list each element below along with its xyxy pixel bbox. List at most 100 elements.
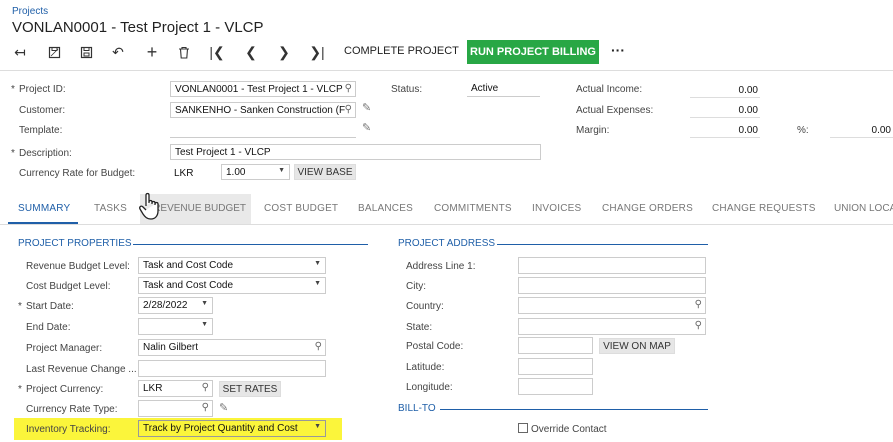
latitude-label: Latitude:: [406, 362, 445, 373]
project-currency-label: * Project Currency:: [18, 384, 104, 395]
start-date-field[interactable]: 2/28/2022 ▼: [138, 297, 213, 314]
view-base-button[interactable]: VIEW BASE: [294, 164, 356, 180]
tab-commitments[interactable]: COMMITMENTS: [434, 203, 512, 214]
set-rates-button[interactable]: SET RATES: [219, 381, 281, 397]
last-record-icon[interactable]: ❯|: [307, 42, 327, 62]
currency-rate-type-field[interactable]: ⚲: [138, 400, 213, 417]
back-icon[interactable]: ↤: [10, 42, 30, 62]
address-line1-field[interactable]: [518, 257, 706, 274]
country-field[interactable]: ⚲: [518, 297, 706, 314]
currency-rate-field[interactable]: 1.00 ▼: [221, 164, 290, 180]
delete-icon[interactable]: [174, 42, 194, 62]
search-icon[interactable]: ⚲: [695, 320, 702, 331]
template-label: Template:: [19, 125, 63, 136]
section-divider: [133, 244, 368, 245]
state-field[interactable]: ⚲: [518, 318, 706, 335]
search-icon[interactable]: ⚲: [695, 299, 702, 310]
currency-rate-type-label: Currency Rate Type:: [26, 404, 118, 415]
chevron-down-icon[interactable]: ▼: [201, 321, 208, 328]
project-properties-header: PROJECT PROPERTIES: [18, 238, 132, 249]
revenue-budget-level-label: Revenue Budget Level:: [26, 261, 130, 272]
cost-budget-level-label: Cost Budget Level:: [26, 281, 111, 292]
currency-rate-budget-label: Currency Rate for Budget:: [19, 168, 136, 179]
project-manager-label: Project Manager:: [26, 343, 103, 354]
tab-summary[interactable]: SUMMARY: [18, 203, 70, 214]
search-icon[interactable]: ⚲: [345, 83, 352, 94]
edit-pencil-icon[interactable]: ✎: [362, 121, 371, 134]
last-revenue-change-label: Last Revenue Change ...: [26, 364, 137, 375]
hand-cursor-icon: [138, 191, 164, 224]
latitude-field[interactable]: [518, 358, 593, 375]
project-manager-field[interactable]: Nalin Gilbert ⚲: [138, 339, 326, 356]
more-menu-icon[interactable]: ···: [611, 42, 625, 58]
section-divider: [497, 244, 708, 245]
toolbar-divider: [0, 70, 893, 71]
project-currency-field[interactable]: LKR ⚲: [138, 380, 213, 397]
view-on-map-button[interactable]: VIEW ON MAP: [599, 338, 675, 354]
customer-field[interactable]: SANKENHO - Sanken Construction (F ⚲: [170, 102, 356, 118]
edit-pencil-icon[interactable]: ✎: [219, 401, 228, 414]
chevron-down-icon[interactable]: ▼: [278, 167, 285, 174]
breadcrumb[interactable]: Projects: [12, 6, 48, 17]
start-date-label: * Start Date:: [18, 301, 74, 312]
edit-pencil-icon[interactable]: ✎: [362, 101, 371, 114]
revenue-budget-level-select[interactable]: Task and Cost Code ▼: [138, 257, 326, 274]
description-label: * Description:: [11, 148, 72, 159]
chevron-down-icon[interactable]: ▼: [314, 260, 321, 267]
project-id-field[interactable]: VONLAN0001 - Test Project 1 - VLCP ⚲: [170, 81, 356, 97]
city-field[interactable]: [518, 277, 706, 294]
search-icon[interactable]: ⚲: [345, 104, 352, 115]
status-field[interactable]: Active: [467, 81, 540, 97]
search-icon[interactable]: ⚲: [315, 341, 322, 352]
tab-union-locals[interactable]: UNION LOCA: [834, 203, 893, 214]
actual-expenses-value: 0.00: [690, 103, 760, 118]
template-field[interactable]: [170, 122, 356, 138]
end-date-label: End Date:: [26, 322, 71, 333]
first-record-icon[interactable]: |❮: [207, 42, 227, 62]
longitude-field[interactable]: [518, 378, 593, 395]
cost-budget-level-select[interactable]: Task and Cost Code ▼: [138, 277, 326, 294]
complete-project-button[interactable]: COMPLETE PROJECT: [344, 45, 459, 57]
inventory-tracking-label: Inventory Tracking:: [26, 424, 111, 435]
tab-cost-budget[interactable]: COST BUDGET: [264, 203, 338, 214]
actual-income-label: Actual Income:: [576, 84, 643, 95]
margin-percent-value: 0.00: [830, 123, 893, 138]
search-icon[interactable]: ⚲: [202, 402, 209, 413]
chevron-down-icon[interactable]: ▼: [201, 300, 208, 307]
project-id-label: * Project ID:: [11, 84, 66, 95]
last-revenue-change-field[interactable]: [138, 360, 326, 377]
state-label: State:: [406, 322, 433, 333]
undo-icon[interactable]: ↶: [108, 42, 128, 62]
country-label: Country:: [406, 301, 444, 312]
search-icon[interactable]: ⚲: [202, 382, 209, 393]
tab-change-requests[interactable]: CHANGE REQUESTS: [712, 203, 816, 214]
actual-income-value: 0.00: [690, 83, 760, 98]
tab-balances[interactable]: BALANCES: [358, 203, 413, 214]
project-address-header: PROJECT ADDRESS: [398, 238, 496, 249]
add-icon[interactable]: +: [142, 42, 162, 62]
tab-change-orders[interactable]: CHANGE ORDERS: [602, 203, 693, 214]
customer-label: Customer:: [19, 105, 66, 116]
status-label: Status:: [391, 84, 423, 95]
margin-percent-label: %:: [797, 125, 809, 136]
page-title: VONLAN0001 - Test Project 1 - VLCP: [12, 19, 264, 36]
checkbox-icon[interactable]: [518, 423, 528, 433]
margin-value: 0.00: [690, 123, 760, 138]
run-project-billing-button[interactable]: RUN PROJECT BILLING: [467, 40, 599, 64]
tab-tasks[interactable]: TASKS: [94, 203, 127, 214]
save-icon[interactable]: [76, 42, 96, 62]
inventory-tracking-select[interactable]: Track by Project Quantity and Cost ▼: [138, 420, 326, 437]
chevron-down-icon[interactable]: ▼: [314, 423, 321, 430]
currency-code: LKR: [174, 168, 194, 179]
tab-invoices[interactable]: INVOICES: [532, 203, 581, 214]
next-record-icon[interactable]: ❯: [274, 42, 294, 62]
city-label: City:: [406, 281, 426, 292]
save-close-icon[interactable]: [44, 42, 64, 62]
previous-record-icon[interactable]: ❮: [241, 42, 261, 62]
end-date-field[interactable]: ▼: [138, 318, 213, 335]
address-line1-label: Address Line 1:: [406, 261, 476, 272]
description-field[interactable]: Test Project 1 - VLCP: [170, 144, 541, 160]
override-contact-checkbox[interactable]: Override Contact: [518, 423, 607, 435]
chevron-down-icon[interactable]: ▼: [314, 280, 321, 287]
postal-code-field[interactable]: [518, 337, 593, 354]
